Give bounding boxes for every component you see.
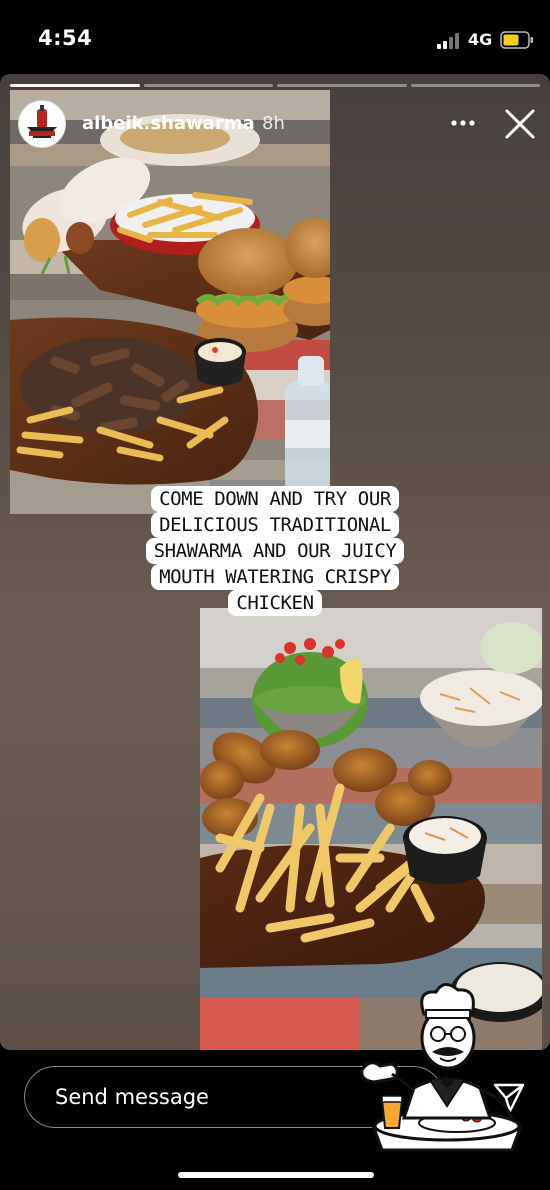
shawarma-platter-photo xyxy=(10,90,330,514)
story-username[interactable]: albeik.shawarma xyxy=(82,113,255,134)
caption-line: COME DOWN AND TRY OUR xyxy=(151,486,399,512)
battery-icon xyxy=(500,31,533,49)
caption-line: DELICIOUS TRADITIONAL xyxy=(151,512,399,538)
story-progress xyxy=(10,84,540,87)
story-timestamp: 8h xyxy=(262,113,285,134)
progress-segment xyxy=(10,84,140,87)
story-view[interactable]: albeik.shawarma 8h COME DOWN AND TRY OUR… xyxy=(0,74,550,1050)
story-header: albeik.shawarma 8h xyxy=(0,96,550,152)
cell-signal-icon xyxy=(437,33,459,49)
avatar[interactable] xyxy=(18,100,66,148)
caption-line: CHICKEN xyxy=(228,590,322,616)
chef-watermark-icon xyxy=(360,983,523,1152)
more-options-icon[interactable] xyxy=(446,110,480,136)
caption-line: MOUTH WATERING CRISPY xyxy=(151,564,399,590)
progress-segment xyxy=(410,84,540,87)
progress-segment xyxy=(143,84,273,87)
shawarma-logo-icon xyxy=(20,102,64,146)
progress-segment xyxy=(277,84,407,87)
status-bar: 4:54 4G xyxy=(0,0,550,74)
network-label: 4G xyxy=(468,30,493,49)
send-message-placeholder: Send message xyxy=(55,1085,209,1109)
status-time: 4:54 xyxy=(38,26,93,50)
story-caption: COME DOWN AND TRY OUR DELICIOUS TRADITIO… xyxy=(100,486,450,616)
caption-line: SHAWARMA AND OUR JUICY xyxy=(145,538,405,564)
home-indicator[interactable] xyxy=(178,1172,374,1178)
close-icon[interactable] xyxy=(502,106,538,142)
